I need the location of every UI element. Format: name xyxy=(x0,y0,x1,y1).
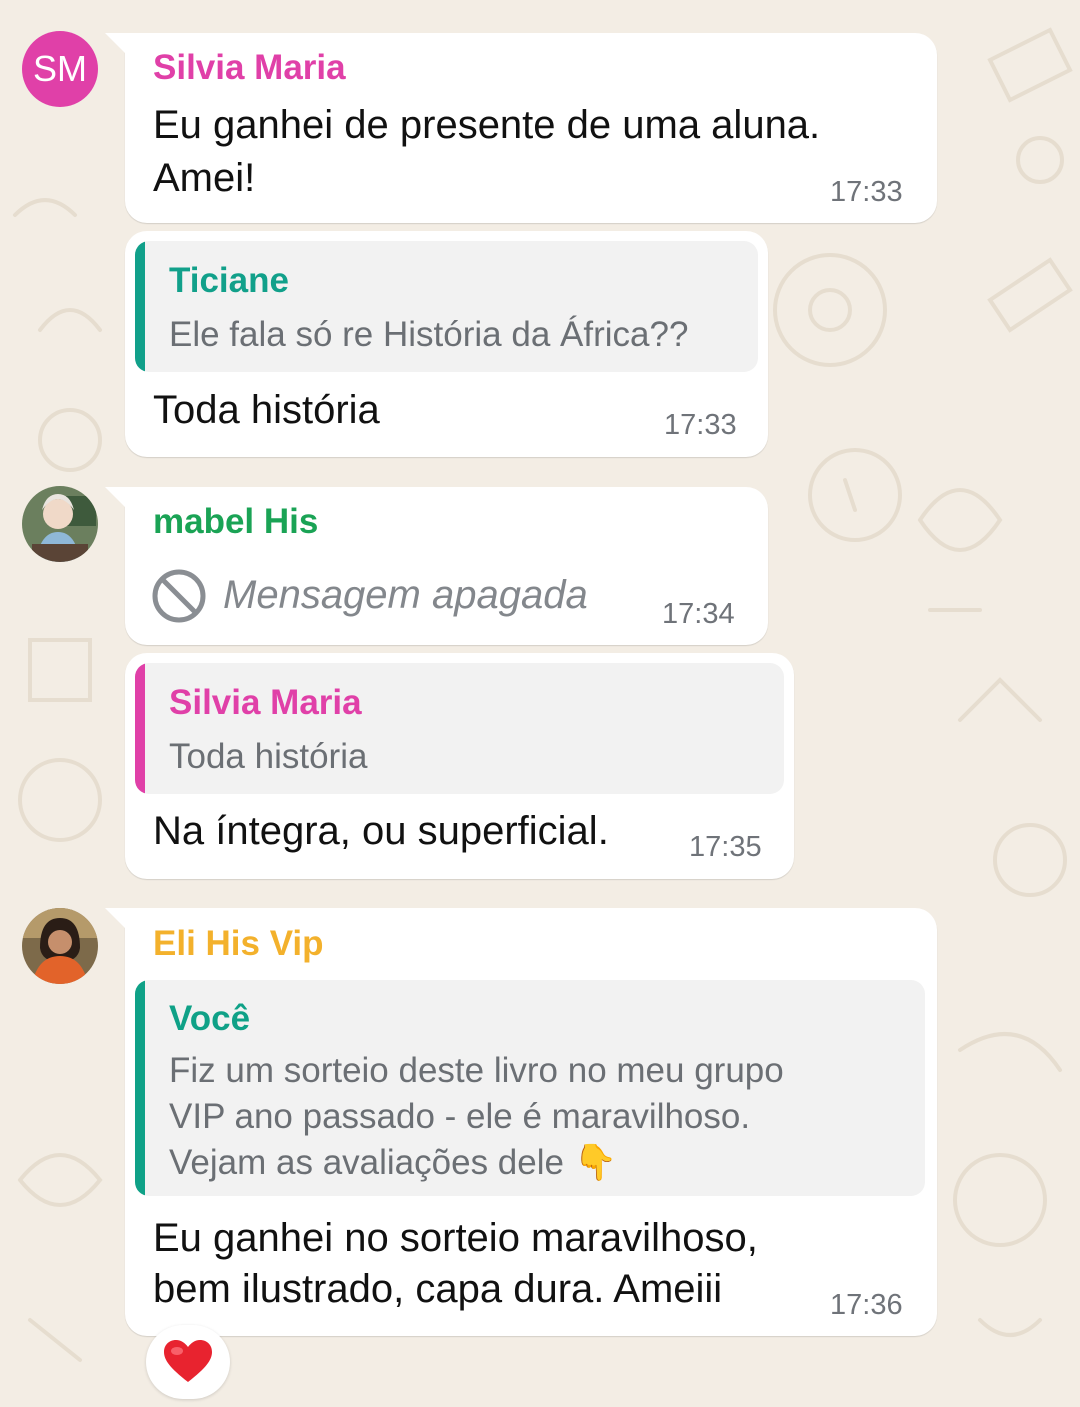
message-text: Toda história xyxy=(153,388,380,432)
quote-text-line3-text: Vejam as avaliações dele xyxy=(169,1143,564,1182)
message-time: 17:33 xyxy=(830,176,903,208)
message-bubble[interactable]: mabel His Mensagem apagada 17:34 xyxy=(105,487,768,645)
quote-accent-bar xyxy=(135,241,145,372)
reaction-badge[interactable] xyxy=(146,1325,230,1399)
quote-text: Ele fala só re História da África?? xyxy=(169,315,689,354)
quoted-message[interactable]: Ticiane Ele fala só re História da Áfric… xyxy=(135,241,758,372)
message-bubble[interactable]: Silvia Maria Toda história Na íntegra, o… xyxy=(125,653,794,879)
message-bubble[interactable]: Eli His Vip Você Fiz um sorteio deste li… xyxy=(105,908,937,1336)
message-time: 17:36 xyxy=(830,1289,903,1321)
blocked-circle-icon xyxy=(152,569,206,623)
pointing-down-emoji-icon: 👇 xyxy=(573,1143,618,1182)
message-text-line1: Eu ganhei de presente de uma aluna. xyxy=(153,103,821,147)
quote-text: Toda história xyxy=(169,737,368,776)
quoted-message[interactable]: Silvia Maria Toda história xyxy=(135,663,784,794)
sender-name: mabel His xyxy=(153,502,319,541)
message-text-line2: bem ilustrado, capa dura. Ameiii xyxy=(153,1267,723,1311)
quote-text-line2: VIP ano passado - ele é maravilhoso. xyxy=(169,1097,751,1136)
chat-messages[interactable]: SM Silvia Maria Eu ganhei de presente de… xyxy=(0,0,1080,1407)
quote-accent-bar xyxy=(135,980,145,1196)
bubble-tail xyxy=(105,908,127,930)
message-bubble[interactable]: Ticiane Ele fala só re História da Áfric… xyxy=(125,231,768,457)
message-bubble[interactable]: Silvia Maria Eu ganhei de presente de um… xyxy=(105,33,937,223)
message-text: Na íntegra, ou superficial. xyxy=(153,809,609,853)
bubble-tail xyxy=(105,33,127,55)
deleted-message-text: Mensagem apagada xyxy=(223,573,588,617)
quote-sender: Você xyxy=(169,999,251,1038)
message-time: 17:35 xyxy=(689,831,762,863)
sender-name: Eli His Vip xyxy=(153,924,324,963)
avatar-silvia-maria[interactable]: SM xyxy=(22,31,98,107)
quote-accent-bar xyxy=(135,663,145,794)
message-text-line2: Amei! xyxy=(153,156,256,200)
avatar-eli-his-vip[interactable] xyxy=(22,908,98,984)
quote-sender: Ticiane xyxy=(169,261,289,300)
avatar-initials: SM xyxy=(33,48,87,89)
avatar-mabel-his[interactable] xyxy=(22,486,98,562)
quote-text-line1: Fiz um sorteio deste livro no meu grupo xyxy=(169,1051,784,1090)
message-text-line1: Eu ganhei no sorteio maravilhoso, xyxy=(153,1216,758,1260)
profile-photo-icon xyxy=(22,908,98,984)
heart-reaction-icon xyxy=(164,1340,212,1382)
quote-text-line3: Vejam as avaliações dele 👇 xyxy=(169,1140,617,1186)
message-time: 17:33 xyxy=(664,409,737,441)
message-time: 17:34 xyxy=(662,598,735,630)
quote-sender: Silvia Maria xyxy=(169,683,362,722)
sender-name: Silvia Maria xyxy=(153,48,346,87)
quoted-message[interactable]: Você Fiz um sorteio deste livro no meu g… xyxy=(135,980,925,1196)
profile-photo-icon xyxy=(22,486,98,562)
bubble-tail xyxy=(105,487,127,509)
